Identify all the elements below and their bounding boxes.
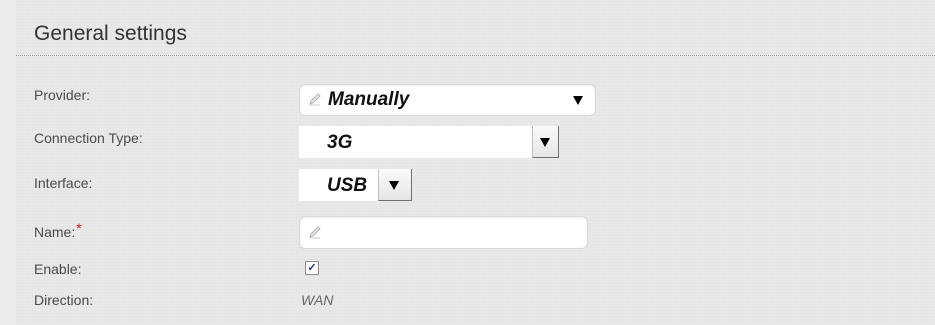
section-title: General settings — [34, 22, 187, 45]
connection-type-label: Connection Type: — [34, 130, 143, 146]
provider-label: Provider: — [34, 87, 91, 103]
provider-value: Manually — [328, 89, 410, 110]
triangle-down-icon — [573, 96, 583, 105]
general-settings-panel — [16, 0, 935, 325]
checkmark-icon: ✓ — [307, 262, 317, 274]
pencil-icon — [309, 93, 321, 106]
connection-type-value: 3G — [327, 132, 353, 153]
direction-label: Direction: — [34, 292, 94, 308]
required-marker: * — [76, 220, 82, 236]
triangle-down-icon — [389, 181, 399, 190]
direction-value: WAN — [301, 292, 334, 308]
enable-checkbox[interactable]: ✓ — [305, 261, 319, 275]
name-label-text: Name: — [34, 224, 76, 240]
enable-label: Enable: — [34, 261, 82, 277]
interface-label: Interface: — [34, 175, 93, 191]
name-input[interactable] — [299, 216, 588, 249]
connection-type-dropdown-button[interactable] — [532, 126, 559, 158]
interface-value: USB — [327, 175, 368, 196]
triangle-down-icon — [540, 138, 550, 147]
pencil-icon — [309, 226, 321, 239]
provider-select[interactable]: Manually — [299, 84, 596, 116]
name-label: Name:* — [34, 220, 82, 240]
interface-dropdown-button[interactable] — [378, 169, 412, 201]
interface-select[interactable]: USB — [299, 169, 412, 201]
connection-type-select[interactable]: 3G — [299, 126, 559, 158]
section-divider — [16, 55, 935, 56]
